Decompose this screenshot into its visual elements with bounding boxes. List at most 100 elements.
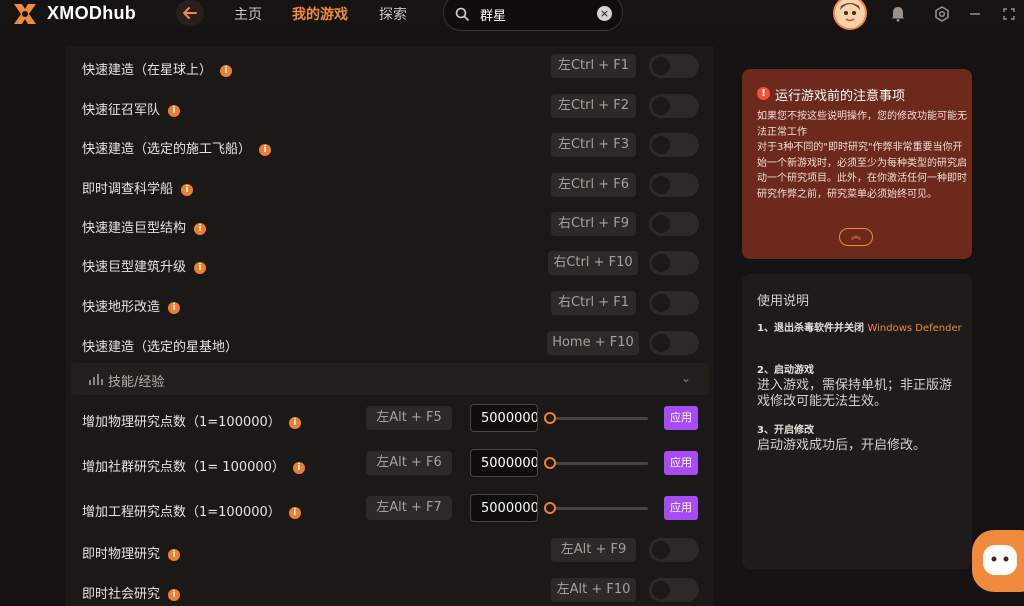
step-heading: 1、退出杀毒软件并关闭 Windows Defender (757, 323, 962, 334)
hotkey-badge[interactable]: 左Alt + F6 (366, 451, 452, 475)
warning-icon: ! (757, 87, 770, 100)
hotkey-badge[interactable]: 左Ctrl + F6 (551, 173, 636, 197)
info-icon[interactable]: i (194, 262, 207, 274)
settings-icon[interactable] (933, 5, 951, 23)
info-icon[interactable]: i (168, 105, 181, 117)
cheat-row: 即时物理研究 i 左Alt + F9 (66, 532, 714, 572)
cheat-label: 快速建造（在星球上） i (82, 59, 233, 78)
hotkey-badge[interactable]: 左Alt + F10 (551, 578, 636, 602)
cheat-row: 快速巨型建筑升级 i 右Ctrl + F10 (66, 244, 714, 284)
cheat-row: 快速建造巨型结构 i 右Ctrl + F9 (66, 205, 714, 245)
value-cheat-row: 增加社群研究点数（1= 100000） i 左Alt + F6 5000000 应… (66, 442, 714, 487)
section-header-skills[interactable]: 技能/经验 ⌄ (71, 363, 709, 395)
cheat-row: 即时调查科学船 i 左Ctrl + F6 (66, 165, 714, 205)
value-cheat-row: 增加工程研究点数（1=100000） i 左Alt + F7 5000000 应用 (66, 487, 714, 532)
notice-title: 运行游戏前的注意事项 (775, 89, 906, 104)
usage-title: 使用说明 (757, 294, 810, 309)
slider-thumb[interactable] (544, 457, 556, 469)
cheat-row: 即时社会研究 i 左Alt + F10 (66, 572, 714, 606)
cheat-row: 快速征召军队 i 左Ctrl + F2 (66, 86, 714, 126)
notification-icon[interactable] (889, 5, 907, 23)
slider-thumb[interactable] (544, 502, 556, 514)
section-title: 技能/经验 (108, 375, 165, 390)
toggle-switch[interactable] (649, 331, 699, 355)
toggle-knob (652, 541, 670, 559)
cheat-label: 增加物理研究点数（1=100000） i (82, 411, 301, 430)
hotkey-badge[interactable]: 左Ctrl + F2 (551, 94, 636, 118)
toggle-switch[interactable] (649, 94, 699, 118)
info-icon[interactable]: i (220, 65, 233, 77)
step-heading: 3、开启修改 (757, 425, 814, 436)
toggle-knob (652, 176, 670, 194)
nav-my-games[interactable]: 我的游戏 (292, 4, 348, 24)
step-accent: Windows Defender (867, 323, 962, 334)
nav-explore[interactable]: 探索 (379, 4, 407, 24)
toggle-knob (652, 294, 670, 312)
apply-button[interactable]: 应用 (664, 451, 698, 475)
info-icon[interactable]: i (259, 144, 272, 156)
minimize-icon[interactable] (966, 5, 984, 23)
search-icon (455, 7, 469, 21)
toggle-switch[interactable] (649, 538, 699, 562)
value-input[interactable]: 5000000 (470, 449, 538, 477)
toggle-knob (652, 581, 670, 599)
hotkey-badge[interactable]: 右Ctrl + F10 (548, 251, 638, 275)
value-input[interactable]: 5000000 (470, 494, 538, 522)
toggle-switch[interactable] (649, 578, 699, 602)
info-icon[interactable]: i (181, 184, 194, 196)
value-input[interactable]: 5000000 (470, 404, 538, 432)
hotkey-badge[interactable]: 左Alt + F5 (366, 406, 452, 430)
value-slider[interactable] (544, 456, 650, 470)
toggle-knob (652, 97, 670, 115)
cheat-label: 增加工程研究点数（1=100000） i (82, 501, 301, 520)
toggle-switch[interactable] (649, 173, 699, 197)
usage-step: 2、启动游戏 进入游戏，需保持单机；非正版游戏修改可能无法生效。 (757, 364, 962, 410)
nav-home[interactable]: 主页 (234, 4, 262, 24)
avatar[interactable] (833, 0, 867, 30)
hotkey-badge[interactable]: 左Ctrl + F3 (551, 133, 636, 157)
chevron-down-icon[interactable]: ⌄ (681, 371, 691, 385)
hotkey-badge[interactable]: 右Ctrl + F9 (551, 212, 636, 236)
apply-button[interactable]: 应用 (664, 496, 698, 520)
value-slider[interactable] (544, 411, 650, 425)
search-input[interactable]: 群星 (480, 5, 506, 24)
cheat-label: 快速地形改造 i (82, 296, 181, 315)
step-body: 启动游戏成功后，开启修改。 (757, 438, 927, 453)
toggle-switch[interactable] (649, 251, 699, 275)
info-icon[interactable]: i (292, 462, 305, 474)
hotkey-badge[interactable]: Home + F10 (547, 331, 639, 355)
slider-thumb[interactable] (544, 412, 556, 424)
hotkey-badge[interactable]: 左Alt + F9 (551, 538, 636, 562)
usage-step: 3、开启修改 启动游戏成功后，开启修改。 (757, 424, 962, 454)
clear-search-icon[interactable]: × (597, 6, 612, 21)
toggle-switch[interactable] (649, 133, 699, 157)
toggle-switch[interactable] (649, 291, 699, 315)
assistant-bubble-icon[interactable] (972, 530, 1024, 592)
info-icon[interactable]: i (288, 417, 301, 429)
info-icon[interactable]: i (168, 302, 181, 314)
toggle-knob (652, 254, 670, 272)
fullscreen-icon[interactable] (1000, 5, 1018, 23)
value-slider[interactable] (544, 501, 650, 515)
search-box[interactable]: 群星 × (443, 0, 623, 31)
hotkey-badge[interactable]: 右Ctrl + F1 (551, 291, 636, 315)
hotkey-badge[interactable]: 左Ctrl + F1 (551, 54, 636, 78)
cheat-panel: 快速建造（在星球上） i 左Ctrl + F1 快速征召军队 i 左Ctrl + F… (66, 46, 714, 606)
toggle-switch[interactable] (649, 212, 699, 236)
toggle-knob (652, 136, 670, 154)
cheat-label: 快速巨型建筑升级 i (82, 256, 207, 275)
collapse-up-icon[interactable]: ︽ (839, 228, 873, 246)
cheat-label: 即时社会研究 i (82, 583, 181, 602)
info-icon[interactable]: i (288, 507, 301, 519)
cheat-row: 快速建造（选定的施工飞船） i 左Ctrl + F3 (66, 126, 714, 166)
info-icon[interactable]: i (168, 589, 181, 601)
info-icon[interactable]: i (168, 549, 181, 561)
top-bar: XMODhub 主页 我的游戏 探索 群星 × (0, 0, 1024, 31)
hotkey-badge[interactable]: 左Alt + F7 (366, 496, 452, 520)
step-heading: 2、启动游戏 (757, 365, 814, 376)
back-button[interactable] (176, 0, 204, 26)
toggle-switch[interactable] (649, 54, 699, 78)
apply-button[interactable]: 应用 (664, 406, 698, 430)
cheat-row: 快速地形改造 i 右Ctrl + F1 (66, 284, 714, 324)
info-icon[interactable]: i (194, 223, 207, 235)
